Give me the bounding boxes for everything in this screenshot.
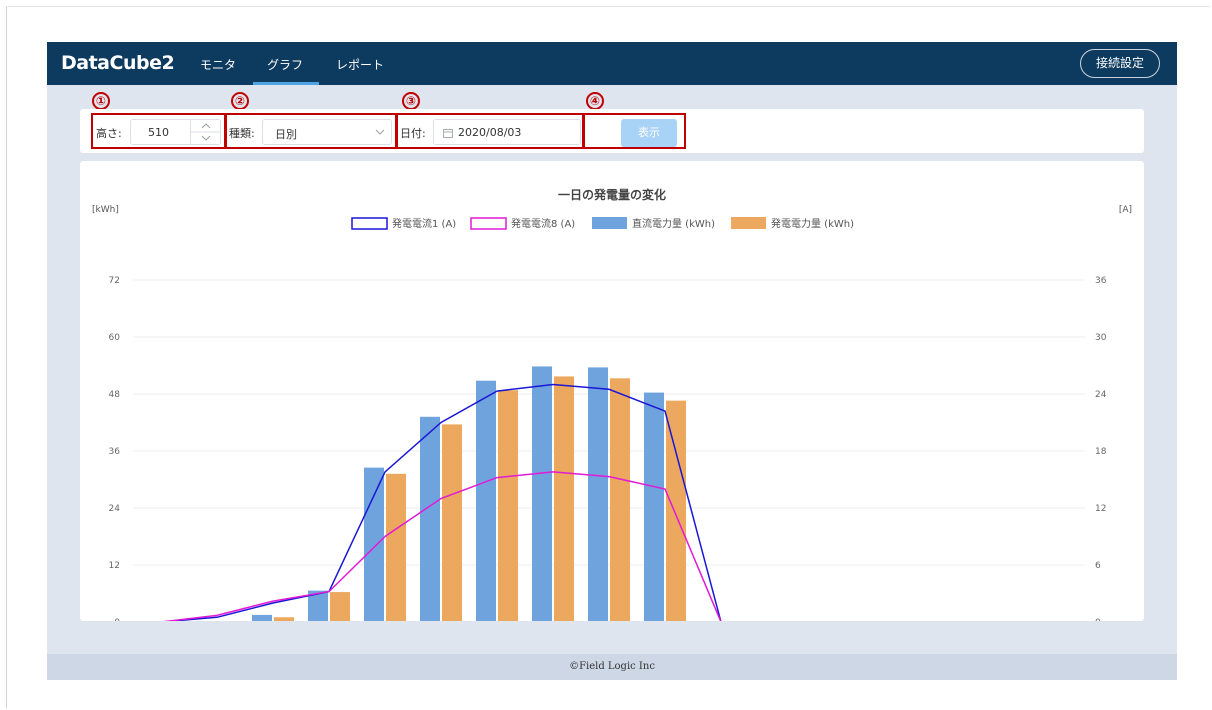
bar-generated-power — [274, 617, 294, 622]
date-value: 2020/08/03 — [458, 126, 522, 139]
type-select[interactable]: 日別 — [262, 119, 392, 145]
legend-current-1: 発電電流1 (A) — [351, 217, 456, 230]
bar-generated-power — [498, 390, 518, 622]
bar-generated-power — [386, 473, 406, 622]
bar-generated-power — [442, 424, 462, 622]
chart-title: 一日の発電量の変化 — [558, 187, 666, 202]
bar-generated-power — [666, 400, 686, 622]
stepper-arrows-icon[interactable] — [191, 120, 221, 144]
show-button[interactable]: 表示 — [621, 119, 677, 147]
legend-dc-power: 直流電力量 (kWh) — [592, 217, 715, 230]
y-right-tick-label: 0 — [1095, 618, 1101, 621]
type-label: 種類: — [229, 127, 255, 140]
y-axis-right-label: [A] — [1119, 205, 1132, 215]
nav-report[interactable]: レポート — [336, 56, 384, 73]
nav-active-indicator — [253, 82, 319, 85]
y-left-tick-label: 48 — [109, 390, 121, 400]
type-value: 日別 — [275, 128, 297, 141]
marker-3: ③ — [401, 90, 421, 110]
bar-generated-power — [610, 378, 630, 622]
legend-generated-power-swatch — [731, 217, 766, 229]
legend-current-1-swatch — [351, 217, 388, 230]
nav-monitor[interactable]: モニタ — [200, 56, 236, 73]
bar-dc-power — [644, 392, 664, 622]
bar-dc-power — [252, 614, 272, 622]
legend-current-8-swatch — [470, 217, 507, 230]
legend-generated-power-label: 発電電力量 (kWh) — [771, 217, 854, 230]
bar-dc-power — [476, 380, 496, 622]
y-right-tick-label: 18 — [1095, 447, 1107, 457]
legend-dc-power-swatch — [592, 217, 627, 229]
y-right-tick-label: 24 — [1095, 390, 1107, 400]
y-left-tick-label: 24 — [109, 504, 121, 514]
bar-generated-power — [330, 592, 350, 622]
app-logo: DataCube2 — [61, 52, 175, 74]
height-value: 510 — [148, 126, 169, 139]
navbar: DataCube2 モニタ グラフ レポート 接続設定 — [47, 42, 1177, 85]
connection-settings-button[interactable]: 接続設定 — [1080, 49, 1160, 78]
y-right-tick-label: 12 — [1095, 504, 1106, 514]
bar-dc-power — [588, 367, 608, 622]
legend-current-1-label: 発電電流1 (A) — [392, 217, 456, 230]
controls-bar: 高さ: 510 種類: 日別 日付: 2020/08/03 表示 — [80, 109, 1144, 153]
bar-dc-power — [420, 416, 440, 622]
legend-current-8: 発電電流8 (A) — [470, 217, 575, 230]
height-stepper[interactable]: 510 — [130, 119, 221, 145]
y-left-tick-label: 36 — [109, 447, 121, 457]
y-left-tick-label: 12 — [109, 561, 120, 571]
daily-generation-chart: 一日の発電量の変化 [kWh] [A] 0 12 24 36 48 60 72 0 6 12 18 2… — [92, 187, 1132, 643]
date-label: 日付: — [400, 127, 426, 140]
bar-dc-power — [532, 366, 552, 622]
legend-dc-power-label: 直流電力量 (kWh) — [632, 217, 715, 230]
footer: ©Field Logic Inc — [47, 654, 1177, 680]
legend-generated-power: 発電電力量 (kWh) — [731, 217, 854, 230]
y-right-tick-label: 6 — [1095, 561, 1101, 571]
y-left-tick-label: 72 — [109, 276, 120, 286]
marker-2: ② — [230, 90, 250, 110]
line-current-1 — [160, 383, 1057, 623]
chevron-down-icon — [375, 129, 385, 135]
height-label: 高さ: — [96, 127, 122, 140]
bar-generated-power — [554, 376, 574, 622]
nav-graph[interactable]: グラフ — [267, 56, 303, 73]
y-right-tick-label: 36 — [1095, 276, 1107, 286]
y-left-tick-label: 60 — [109, 333, 121, 343]
y-left-tick-label: 0 — [114, 618, 120, 621]
date-picker[interactable]: 2020/08/03 — [433, 119, 581, 145]
calendar-icon — [443, 129, 453, 138]
app-container: DataCube2 モニタ グラフ レポート 接続設定 ① ② ③ ④ 高さ: … — [47, 42, 1177, 680]
y-right-tick-label: 30 — [1095, 333, 1107, 343]
chart-card: 一日の発電量の変化 [kWh] [A] 0 12 24 36 48 60 72 0 6 12 18 2… — [80, 161, 1144, 643]
y-axis-left-label: [kWh] — [92, 205, 119, 215]
legend-current-8-label: 発電電流8 (A) — [511, 217, 575, 230]
marker-1: ① — [91, 90, 111, 110]
marker-4: ④ — [585, 90, 605, 110]
bar-dc-power — [364, 467, 384, 622]
